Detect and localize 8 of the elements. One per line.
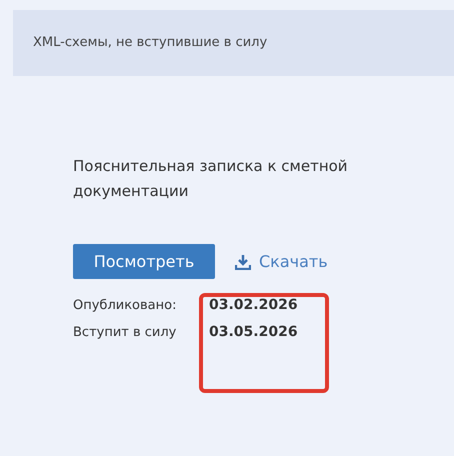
document-title: Пояснительная записка к сметной документации [73, 156, 349, 202]
field-label: Опубликовано: [73, 297, 178, 315]
section-title: XML-схемы, не вступившие в силу [33, 34, 268, 52]
view-button[interactable]: Посмотреть [73, 244, 215, 279]
field-label: Вступит в силу [73, 324, 178, 342]
date-value: 03.02.2026 [209, 296, 298, 315]
date-value: 03.05.2026 [209, 323, 298, 342]
download-link[interactable]: Скачать [235, 250, 328, 274]
